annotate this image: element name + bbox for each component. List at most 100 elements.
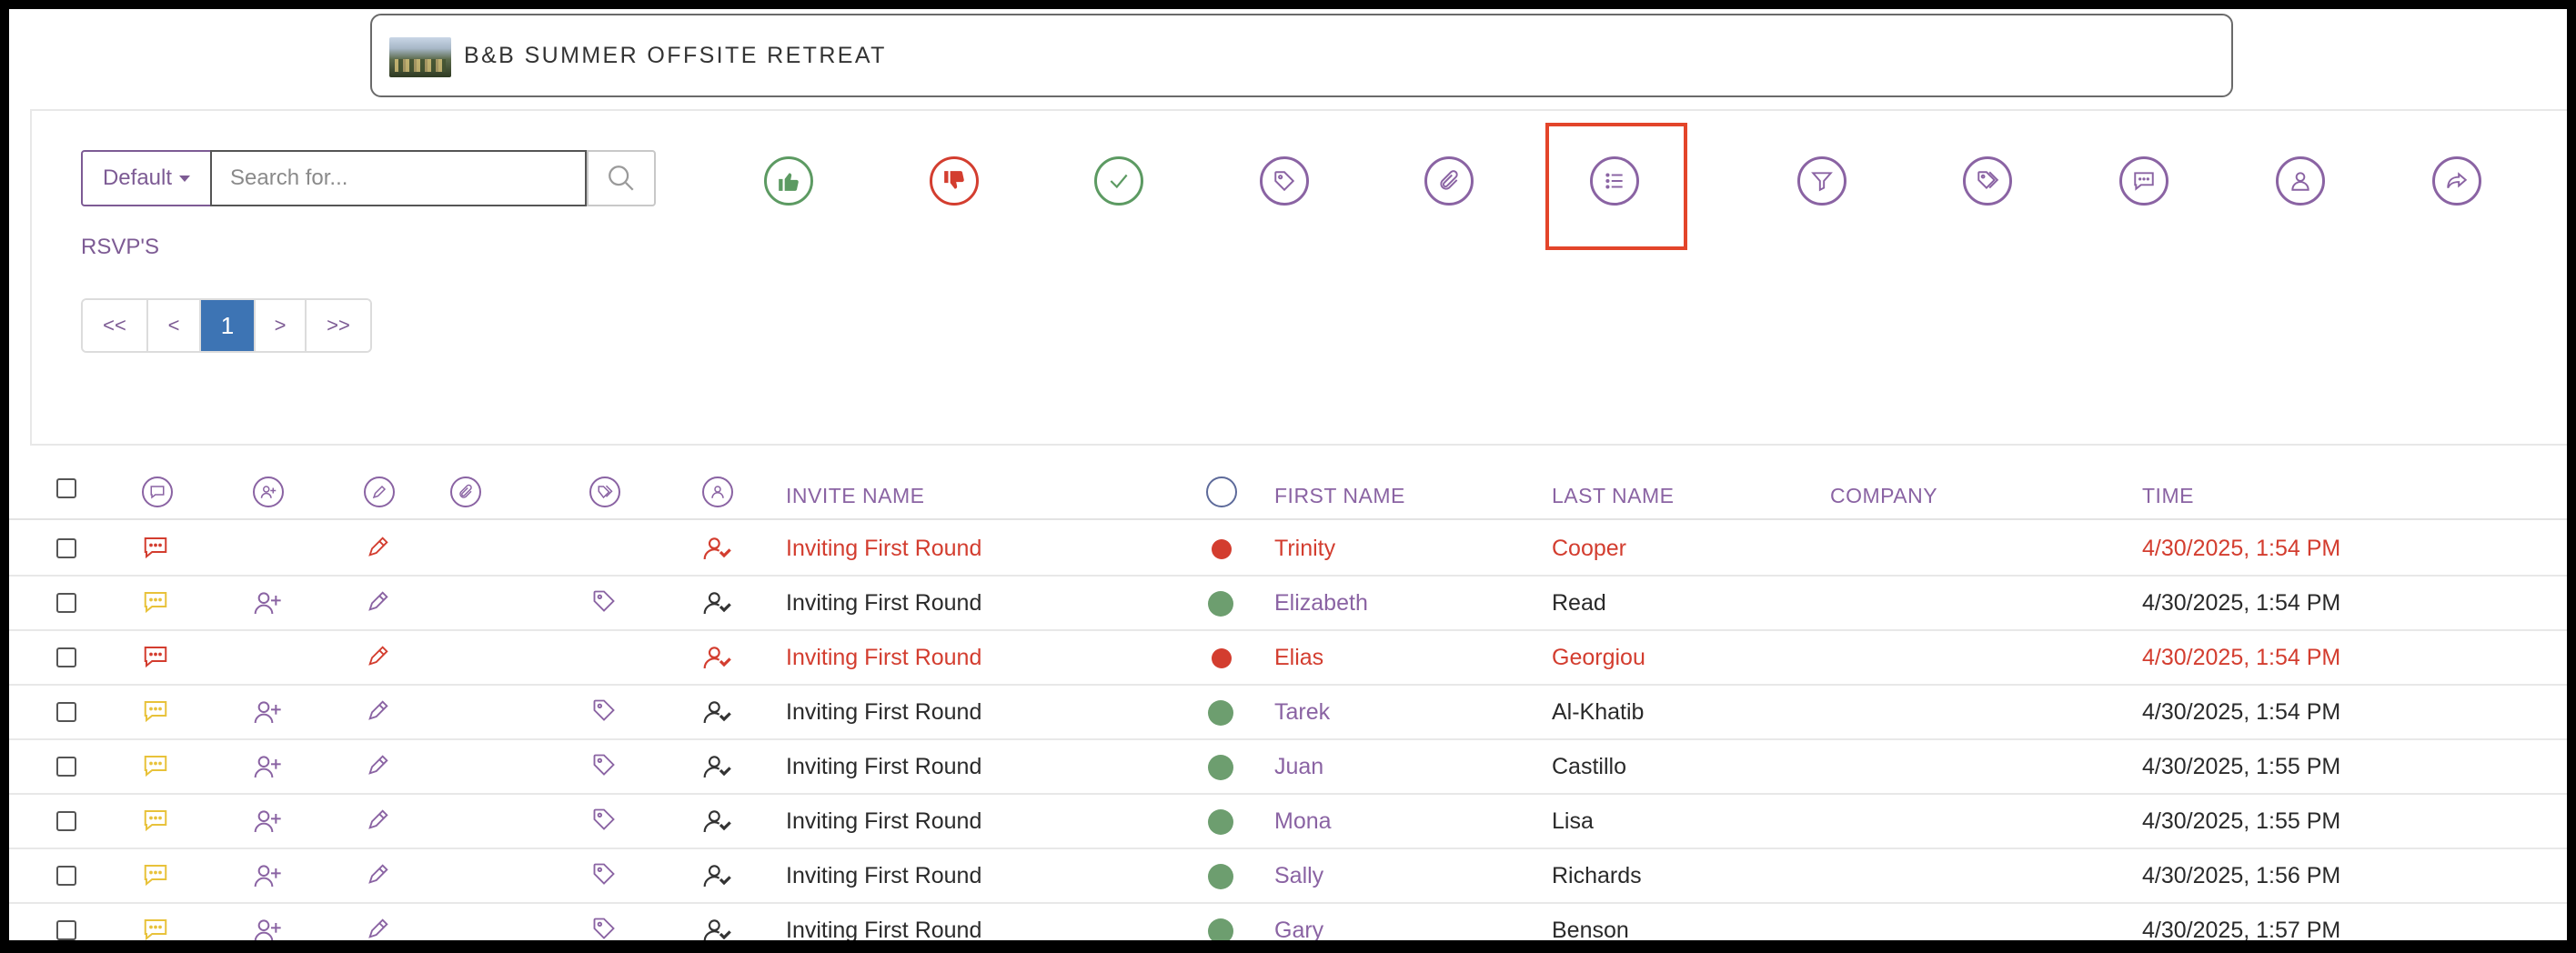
add-user-icon[interactable]: [253, 861, 282, 890]
comment-icon[interactable]: [142, 643, 171, 672]
add-user-icon[interactable]: [253, 697, 282, 727]
next-page-button[interactable]: >: [256, 300, 307, 351]
table-row[interactable]: Inviting First Round Tarek Al-Khatib 4/3…: [9, 685, 2567, 740]
event-header[interactable]: B&B SUMMER OFFSITE RETREAT: [370, 14, 2233, 97]
table-row[interactable]: Inviting First Round Gary Benson 4/30/20…: [9, 903, 2567, 940]
first-name-cell[interactable]: Elizabeth: [1274, 590, 1368, 617]
comment-icon[interactable]: [142, 534, 171, 563]
edit-column-icon[interactable]: [364, 476, 395, 507]
tag-icon[interactable]: [591, 861, 620, 890]
comment-icon[interactable]: [142, 861, 171, 890]
table-row[interactable]: Inviting First Round Sally Richards 4/30…: [9, 848, 2567, 904]
select-all-checkbox[interactable]: [56, 478, 76, 498]
first-name-cell[interactable]: Sally: [1274, 863, 1323, 889]
user-status-icon[interactable]: [702, 861, 731, 890]
tags-button[interactable]: [1963, 156, 2012, 206]
row-checkbox[interactable]: [56, 538, 76, 558]
tag-button[interactable]: [1260, 156, 1309, 206]
first-name-cell[interactable]: Tarek: [1274, 699, 1330, 726]
row-checkbox[interactable]: [56, 811, 76, 831]
user-status-icon[interactable]: [702, 643, 731, 672]
event-thumbnail: [389, 37, 451, 77]
table-row[interactable]: Inviting First Round Elias Georgiou 4/30…: [9, 630, 2567, 686]
edit-icon[interactable]: [366, 534, 395, 563]
table-row[interactable]: Inviting First Round Juan Castillo 4/30/…: [9, 739, 2567, 795]
tags-column-icon[interactable]: [589, 476, 620, 507]
first-page-button[interactable]: <<: [83, 300, 148, 351]
user-button[interactable]: [2276, 156, 2325, 206]
last-name-cell: Georgiou: [1552, 645, 1645, 670]
confirm-button[interactable]: [1094, 156, 1143, 206]
comment-icon[interactable]: [142, 916, 171, 940]
invite-name-header[interactable]: INVITE NAME: [786, 484, 924, 508]
row-checkbox[interactable]: [56, 866, 76, 886]
edit-icon[interactable]: [366, 807, 395, 836]
attachment-column-icon[interactable]: [450, 476, 481, 507]
page-1-button[interactable]: 1: [201, 300, 256, 351]
search-input[interactable]: [210, 150, 587, 206]
comment-button[interactable]: [2119, 156, 2168, 206]
edit-icon[interactable]: [366, 752, 395, 781]
edit-icon[interactable]: [366, 588, 395, 617]
row-checkbox[interactable]: [56, 757, 76, 777]
user-status-icon[interactable]: [702, 807, 731, 836]
user-status-icon[interactable]: [702, 588, 731, 617]
user-status-icon[interactable]: [702, 534, 731, 563]
last-page-button[interactable]: >>: [307, 300, 370, 351]
first-name-cell[interactable]: Mona: [1274, 808, 1332, 835]
first-name-cell[interactable]: Elias: [1274, 645, 1323, 671]
table-row[interactable]: Inviting First Round Elizabeth Read 4/30…: [9, 576, 2567, 631]
comment-icon[interactable]: [142, 697, 171, 727]
add-user-icon[interactable]: [253, 752, 282, 781]
user-status-icon[interactable]: [702, 916, 731, 940]
comment-icon[interactable]: [142, 752, 171, 781]
add-user-icon[interactable]: [253, 588, 282, 617]
first-name-cell[interactable]: Gary: [1274, 918, 1323, 940]
edit-icon[interactable]: [366, 697, 395, 727]
filter-button[interactable]: [1797, 156, 1846, 206]
invite-name-cell: Inviting First Round: [786, 699, 982, 725]
view-dropdown-label: Default: [102, 166, 173, 190]
first-name-cell[interactable]: Juan: [1274, 754, 1323, 780]
row-checkbox[interactable]: [56, 647, 76, 667]
tag-icon[interactable]: [591, 807, 620, 836]
tag-icon[interactable]: [591, 916, 620, 940]
user-status-icon[interactable]: [702, 752, 731, 781]
status-dot: [1212, 648, 1232, 668]
time-header[interactable]: TIME: [2142, 484, 2194, 508]
status-dot: [1208, 918, 1233, 940]
accept-button[interactable]: [764, 156, 813, 206]
tag-icon[interactable]: [591, 697, 620, 727]
first-name-header[interactable]: FIRST NAME: [1274, 484, 1405, 508]
edit-icon[interactable]: [366, 916, 395, 940]
company-header[interactable]: COMPANY: [1830, 484, 1937, 508]
prev-page-button[interactable]: <: [148, 300, 201, 351]
add-user-column-icon[interactable]: [253, 476, 284, 507]
edit-icon[interactable]: [366, 861, 395, 890]
tag-icon[interactable]: [591, 752, 620, 781]
check-icon: [1110, 174, 1128, 189]
add-user-icon[interactable]: [253, 916, 282, 940]
edit-icon[interactable]: [366, 643, 395, 672]
table-row[interactable]: Inviting First Round Mona Lisa 4/30/2025…: [9, 794, 2567, 849]
last-name-header[interactable]: LAST NAME: [1552, 484, 1674, 508]
search-button[interactable]: [587, 150, 656, 206]
tag-icon[interactable]: [591, 588, 620, 617]
first-name-cell[interactable]: Trinity: [1274, 536, 1335, 562]
attach-button[interactable]: [1424, 156, 1474, 206]
comment-icon[interactable]: [142, 807, 171, 836]
add-user-icon[interactable]: [253, 807, 282, 836]
comment-column-icon[interactable]: [142, 476, 173, 507]
row-checkbox[interactable]: [56, 920, 76, 940]
status-column-icon[interactable]: [1206, 476, 1237, 507]
time-cell: 4/30/2025, 1:57 PM: [2142, 918, 2341, 940]
row-checkbox[interactable]: [56, 702, 76, 722]
comment-icon[interactable]: [142, 588, 171, 617]
user-status-icon[interactable]: [702, 697, 731, 727]
view-dropdown[interactable]: Default: [81, 150, 212, 206]
table-row[interactable]: Inviting First Round Trinity Cooper 4/30…: [9, 521, 2567, 577]
decline-button[interactable]: [930, 156, 979, 206]
row-checkbox[interactable]: [56, 593, 76, 613]
share-button[interactable]: [2432, 156, 2481, 206]
user-column-icon[interactable]: [702, 476, 733, 507]
